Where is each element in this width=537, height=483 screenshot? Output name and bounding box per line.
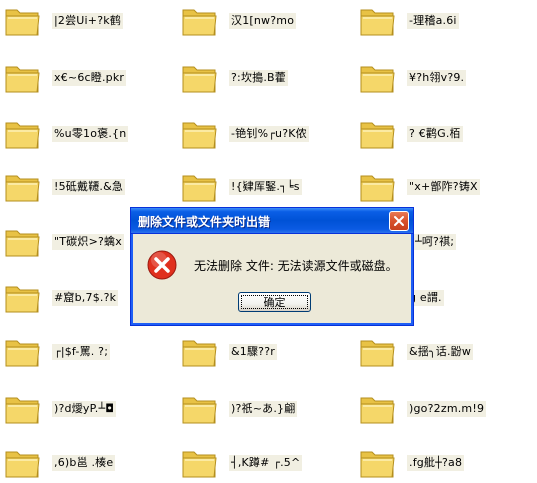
folder-name: -理稽a.6i	[407, 13, 459, 29]
folder-icon	[360, 9, 395, 36]
folder-name: ,6)b邕 .楱e	[52, 455, 116, 471]
folder-icon	[182, 122, 217, 149]
folder-icon	[360, 175, 395, 202]
folder-item[interactable]: -理稽a.6i	[359, 0, 529, 44]
folder-name: !5砥戴韆.&急	[52, 179, 126, 195]
dialog-body: 无法删除 文件: 无法读源文件或磁盘。 确定	[134, 234, 410, 322]
folder-item[interactable]: |2尝Ui+?k鹤	[4, 0, 174, 44]
folder-icon	[5, 230, 40, 257]
folder-item[interactable]: ┤,K蹲# ┌.5^	[181, 442, 351, 483]
folder-icon	[182, 66, 217, 93]
close-button[interactable]	[389, 211, 409, 231]
folder-item[interactable]: "x+鄫阼?铸X	[359, 166, 529, 210]
folder-item[interactable]: x€~6c瞪.pkr	[4, 57, 174, 101]
folder-name: ┌|$f-罵. ?;	[52, 344, 111, 360]
folder-item[interactable]: ?:坎搗.B藿	[181, 57, 351, 101]
dialog-title: 删除文件或文件夹时出错	[138, 215, 271, 229]
folder-name: ?:坎搗.B藿	[229, 70, 288, 86]
folder-item[interactable]: &揺╮话.鼢w	[359, 331, 529, 375]
folder-icon	[182, 175, 217, 202]
folder-name: ¥?h翎v?9.	[407, 70, 467, 86]
folder-name: |2尝Ui+?k鹤	[52, 13, 124, 29]
folder-name: &揺╮话.鼢w	[407, 344, 474, 360]
folder-icon	[360, 397, 395, 424]
folder-name: ?┴呵?祺;	[407, 234, 457, 250]
folder-name: .fg舭┼?a8	[407, 455, 465, 471]
folder-icon	[5, 397, 40, 424]
folder-item[interactable]: &1驟??r	[181, 331, 351, 375]
folder-item[interactable]: ¥?h翎v?9.	[359, 57, 529, 101]
folder-name: ? €鹳G.栢	[407, 126, 463, 142]
folder-icon	[360, 451, 395, 478]
folder-icon	[182, 451, 217, 478]
error-icon	[147, 250, 177, 280]
close-icon	[394, 216, 404, 226]
folder-item[interactable]: )?祇~あ.}翩	[181, 388, 351, 432]
ok-button[interactable]: 确定	[238, 292, 311, 312]
folder-icon	[5, 175, 40, 202]
folder-name: "x+鄫阼?铸X	[407, 179, 480, 195]
folder-item[interactable]: )?d燰yP.┴◘	[4, 388, 174, 432]
dialog-titlebar[interactable]: 删除文件或文件夹时出错	[131, 208, 413, 234]
folder-name: "T碳炽>?蠄x	[52, 234, 124, 250]
folder-icon	[182, 9, 217, 36]
ok-button-label: 确定	[263, 296, 286, 309]
folder-name: -铯钊%┌u?K侬	[229, 126, 309, 142]
folder-icon	[5, 122, 40, 149]
folder-icon	[5, 66, 40, 93]
folder-item[interactable]: !5砥戴韆.&急	[4, 166, 174, 210]
folder-icon	[360, 122, 395, 149]
folder-name: x€~6c瞪.pkr	[52, 70, 127, 86]
folder-name: )?祇~あ.}翩	[229, 401, 298, 417]
folder-name: )go?2zm.m!9	[407, 401, 487, 417]
folder-name: ┤,K蹲# ┌.5^	[229, 455, 303, 471]
error-message: 无法删除 文件: 无法读源文件或磁盘。	[194, 259, 398, 273]
desktop-folder-view: |2尝Ui+?k鹤 汉1[nw?mo -理稽a.6i x€~6c瞪.pkr ?:坎搗.B…	[0, 0, 537, 483]
folder-item[interactable]: .fg舭┼?a8	[359, 442, 529, 483]
folder-name: #窟b,7$.?k	[52, 290, 119, 306]
folder-item[interactable]: )go?2zm.m!9	[359, 388, 529, 432]
folder-item[interactable]: !{肄厍鋻.┐╘s	[181, 166, 351, 210]
folder-name: &1驟??r	[229, 344, 277, 360]
folder-item[interactable]: ,6)b邕 .楱e	[4, 442, 174, 483]
folder-icon	[360, 66, 395, 93]
folder-item[interactable]: ? €鹳G.栢	[359, 113, 529, 157]
folder-item[interactable]: 汉1[nw?mo	[181, 0, 351, 44]
folder-name: 汉1[nw?mo	[229, 13, 297, 29]
folder-icon	[5, 286, 40, 313]
folder-name: !{肄厍鋻.┐╘s	[229, 179, 302, 195]
folder-name: )?d燰yP.┴◘	[52, 401, 117, 417]
folder-icon	[182, 340, 217, 367]
folder-item[interactable]: %u零1o褒.{n	[4, 113, 174, 157]
folder-icon	[5, 451, 40, 478]
folder-icon	[5, 340, 40, 367]
error-dialog: 删除文件或文件夹时出错 无法删除 文件: 无法读源文件或磁盘。 确定	[130, 207, 414, 326]
folder-item[interactable]: ┌|$f-罵. ?;	[4, 331, 174, 375]
folder-icon	[5, 9, 40, 36]
folder-icon	[360, 340, 395, 367]
folder-item[interactable]: -铯钊%┌u?K侬	[181, 113, 351, 157]
folder-name: %u零1o褒.{n	[52, 126, 129, 142]
folder-icon	[182, 397, 217, 424]
